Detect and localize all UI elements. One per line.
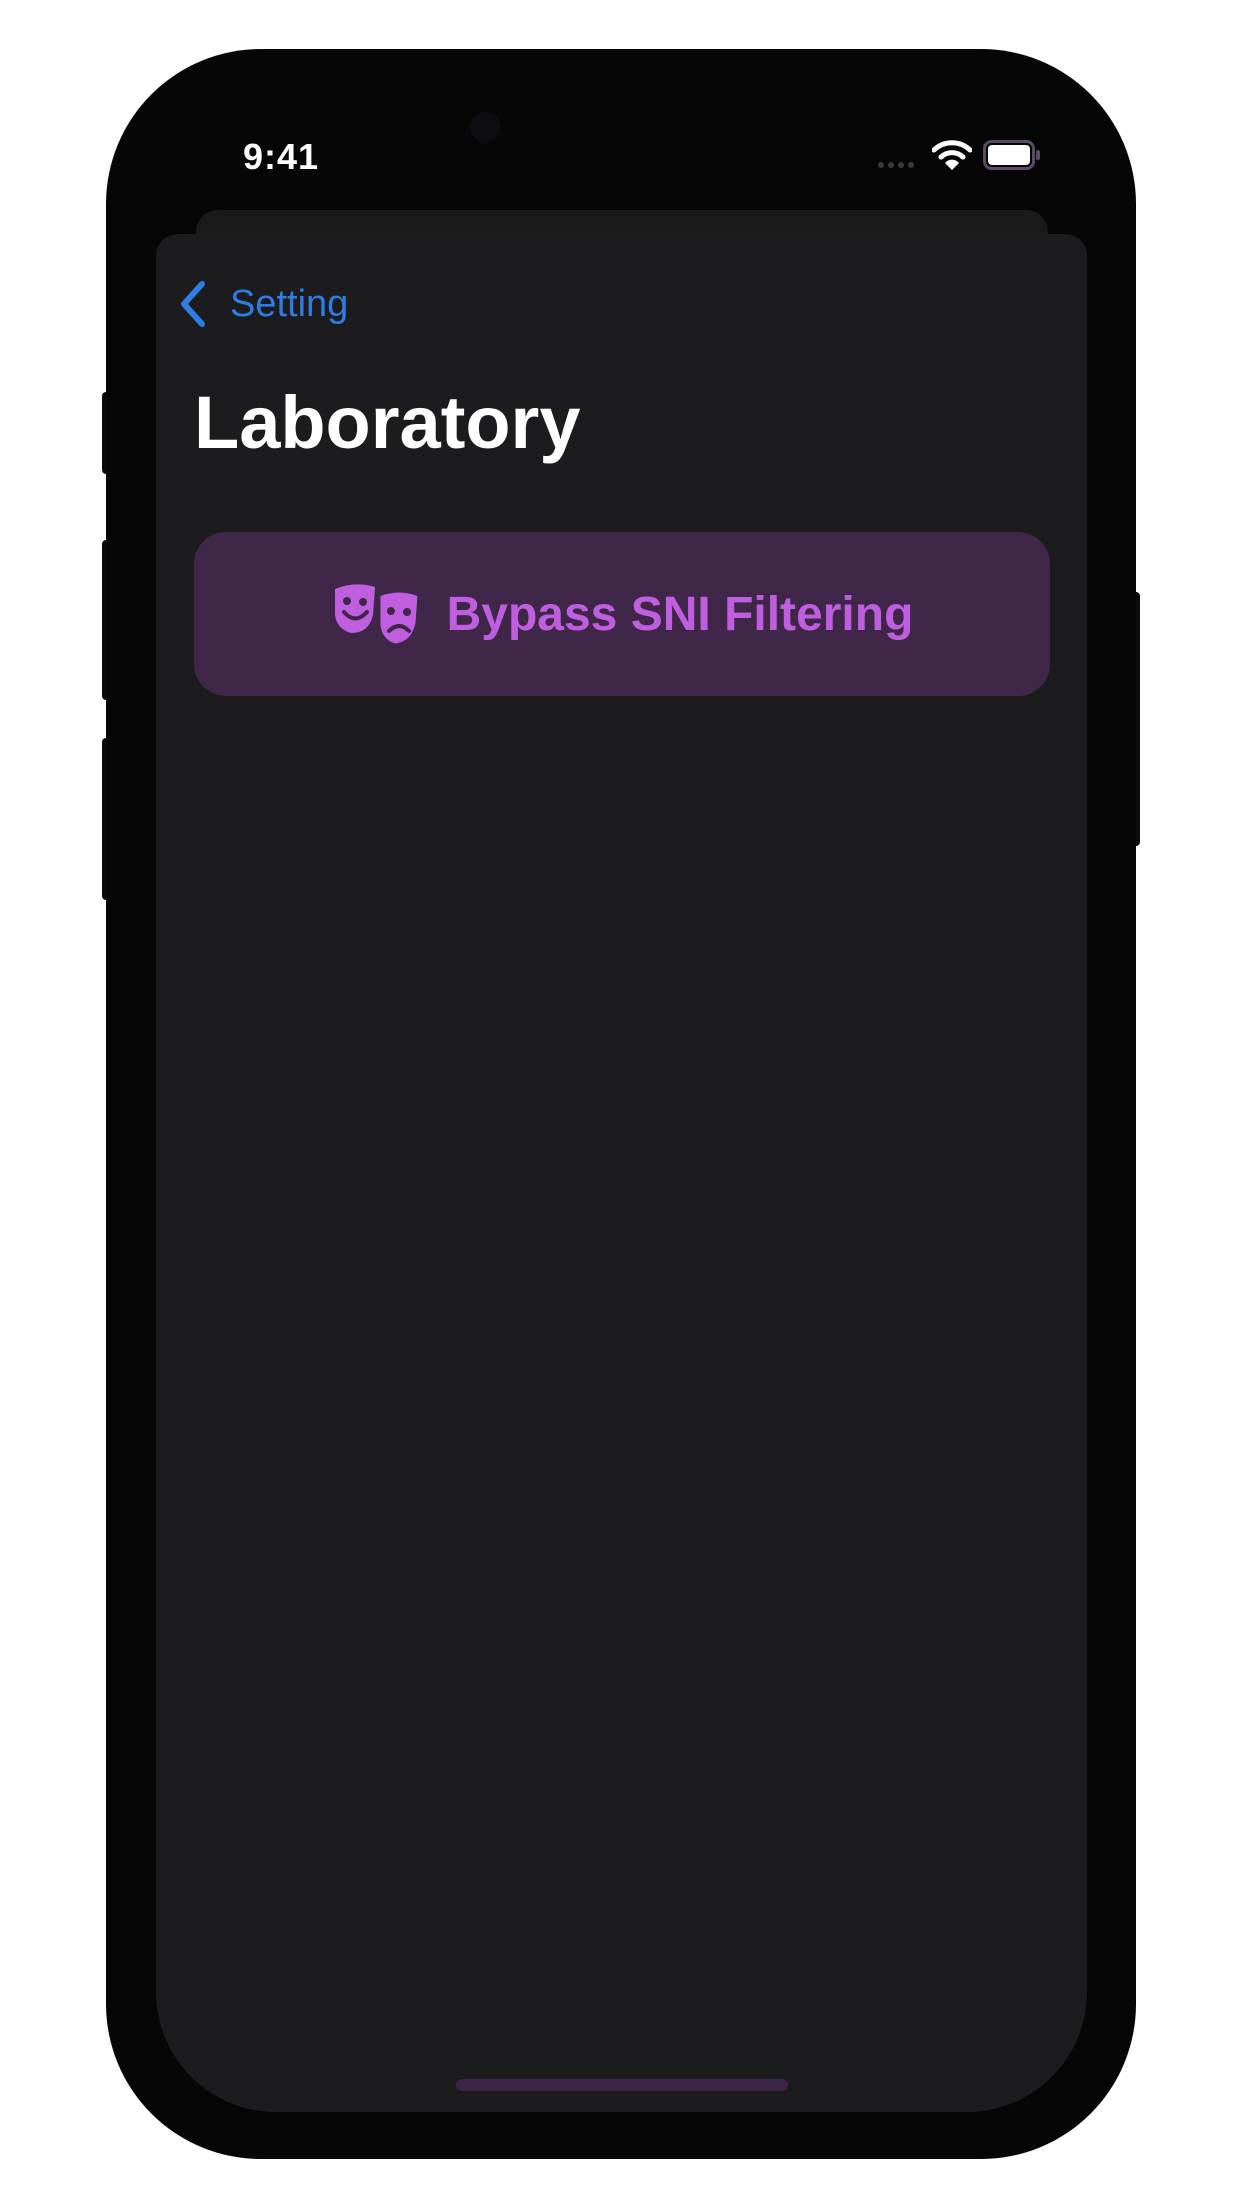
home-indicator[interactable] bbox=[456, 2079, 788, 2091]
laboratory-sheet: Setting Laboratory Bypass SNI Filtering bbox=[156, 234, 1087, 2112]
back-button-label: Setting bbox=[230, 282, 349, 325]
theater-masks-icon bbox=[334, 584, 421, 647]
chevron-left-icon bbox=[181, 281, 205, 327]
status-time: 9:41 bbox=[243, 136, 320, 177]
action-label: Bypass SNI Filtering bbox=[446, 587, 914, 641]
bypass-sni-filtering-button[interactable]: Bypass SNI Filtering bbox=[194, 532, 1050, 696]
battery-icon bbox=[983, 140, 1040, 170]
page-title: Laboratory bbox=[194, 381, 581, 464]
front-camera bbox=[470, 112, 500, 142]
back-button[interactable]: Setting bbox=[178, 274, 348, 334]
cellular-signal-icon bbox=[878, 162, 914, 168]
wifi-icon bbox=[932, 140, 972, 170]
